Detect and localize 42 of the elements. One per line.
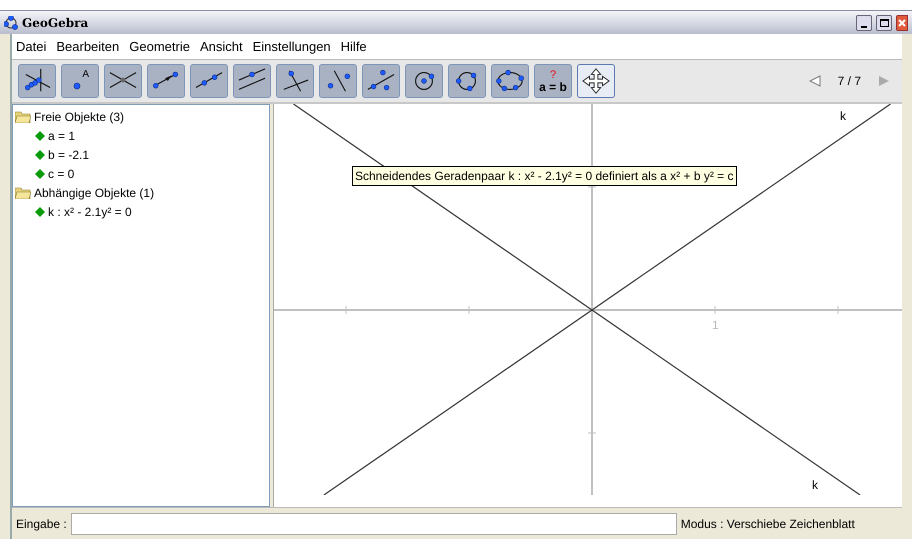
menu-item[interactable]: Hilfe (340, 36, 367, 56)
menu-item[interactable]: Einstellungen (252, 36, 331, 56)
tool-button[interactable] (577, 64, 615, 98)
object-label[interactable]: a = 1 (48, 126, 76, 144)
tool-button[interactable] (362, 64, 400, 98)
object-icon (35, 206, 45, 216)
point-label: A (82, 68, 89, 82)
tool-button[interactable] (276, 64, 314, 98)
maximize-button[interactable] (876, 14, 892, 30)
menu-item[interactable]: Geometrie (129, 36, 190, 56)
point-icon (73, 82, 81, 90)
folder-label[interactable]: Freie Objekte (3) (34, 108, 124, 126)
tool-button[interactable] (104, 64, 142, 98)
object-label[interactable]: b = -2.1 (48, 146, 90, 164)
input-label: Eingabe : (16, 516, 67, 532)
curve-label: k (812, 477, 818, 494)
object-label[interactable]: k : x² - 2.1y² = 0 (48, 202, 132, 220)
close-button[interactable] (896, 14, 908, 30)
menu-item[interactable]: Ansicht (200, 36, 243, 56)
tool-button[interactable] (491, 64, 529, 98)
tick-label: 1 (712, 317, 719, 334)
folder-label[interactable]: Abhängige Objekte (1) (34, 184, 154, 202)
menu-item[interactable]: Bearbeiten (56, 36, 120, 56)
window-title: GeoGebra (22, 14, 88, 32)
object-label[interactable]: c = 0 (48, 164, 74, 182)
relation-label: a = b (539, 80, 567, 92)
tool-button[interactable]: A (61, 64, 99, 98)
tooltip: Schneidendes Geradenpaar k : x² - 2.1y² = 0 definiert als a x² + b y² = c (352, 166, 737, 186)
curve-label: k (840, 108, 846, 125)
input-field[interactable] (70, 512, 677, 534)
tool-button[interactable] (405, 64, 443, 98)
question-mark: ? (550, 70, 556, 80)
construction-step: 7 / 7 (832, 72, 867, 90)
menu-item[interactable]: Datei (16, 36, 46, 56)
move-tool-icon (580, 67, 612, 95)
app-icon (4, 16, 18, 30)
tool-button[interactable] (18, 64, 56, 98)
mode-status: Modus : Verschiebe Zeichenblatt (680, 516, 855, 532)
tool-button[interactable] (233, 64, 271, 98)
tool-button[interactable] (448, 64, 486, 98)
tool-button[interactable]: ? a = b (534, 64, 572, 98)
minimize-button[interactable] (856, 14, 872, 30)
